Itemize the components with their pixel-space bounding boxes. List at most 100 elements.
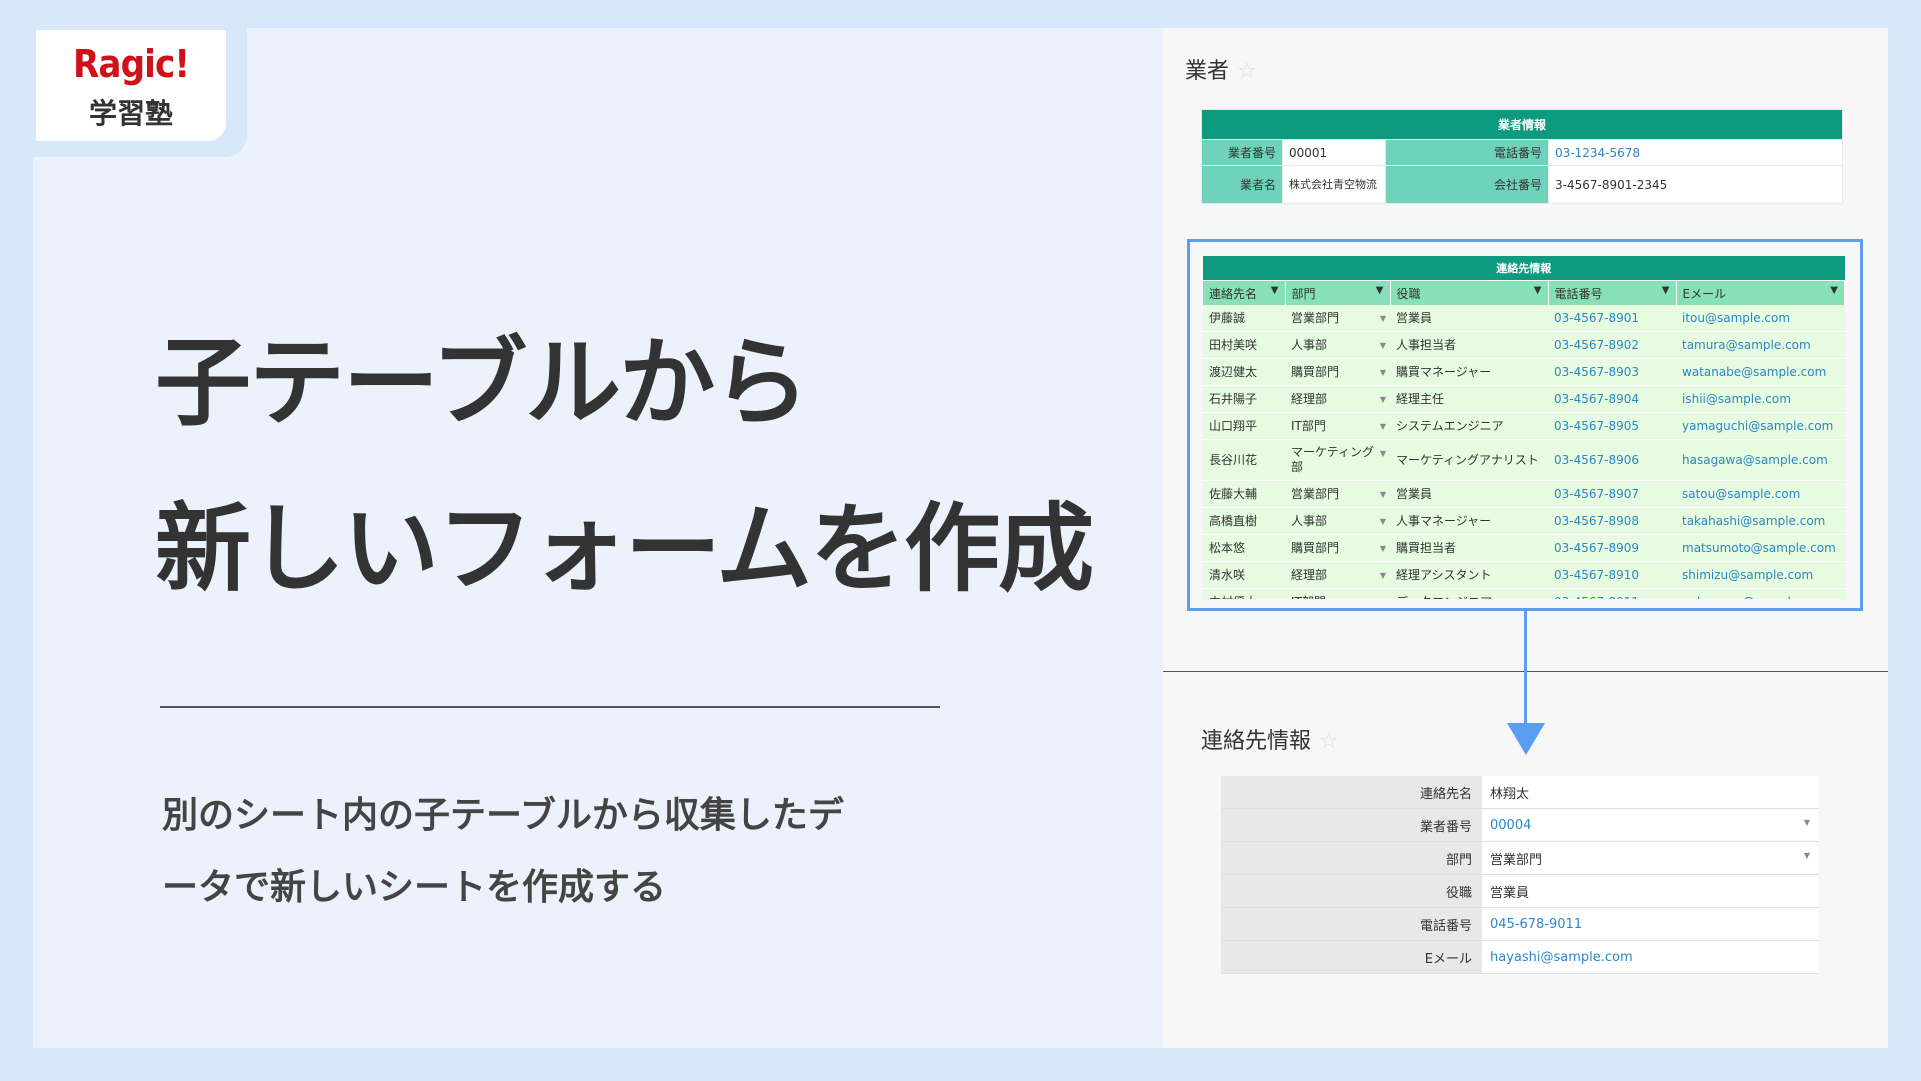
dropdown-icon[interactable]: ▼: [1380, 568, 1386, 583]
cell-name[interactable]: 山口翔平: [1203, 412, 1285, 440]
cell-department[interactable]: IT部門 ▼: [1285, 412, 1390, 440]
dropdown-icon[interactable]: ▼: [1380, 514, 1386, 529]
cell-department[interactable]: 人事部 ▼: [1285, 331, 1390, 359]
column-header[interactable]: Eメール ▼: [1676, 280, 1845, 305]
cell-phone[interactable]: 03-4567-8908: [1548, 507, 1676, 535]
cell-name[interactable]: 長谷川花: [1203, 439, 1285, 481]
cell-email[interactable]: satou@sample.com: [1676, 480, 1845, 508]
cell-name[interactable]: 石井陽子: [1203, 385, 1285, 413]
cell-name[interactable]: 中村優太: [1203, 588, 1285, 599]
column-header[interactable]: 役職 ▼: [1390, 280, 1549, 305]
field-value[interactable]: 林翔太: [1482, 776, 1818, 809]
cell-title[interactable]: 営業員: [1390, 305, 1548, 332]
cell-email[interactable]: yamaguchi@sample.com: [1676, 412, 1845, 440]
cell-name[interactable]: 田村美咲: [1203, 331, 1285, 359]
cell-department[interactable]: 購買部門 ▼: [1285, 358, 1390, 386]
cell-phone[interactable]: 03-4567-8910: [1548, 561, 1676, 589]
cell-name[interactable]: 佐藤大輔: [1203, 480, 1285, 508]
cell-department[interactable]: 購買部門 ▼: [1285, 534, 1390, 562]
cell-title[interactable]: 経理アシスタント: [1390, 561, 1548, 589]
cell-phone[interactable]: 03-4567-8907: [1548, 480, 1676, 508]
dropdown-icon[interactable]: ▼: [1804, 818, 1810, 827]
cell-department[interactable]: マーケティング部 ▼: [1285, 439, 1390, 481]
cell-title[interactable]: 購買担当者: [1390, 534, 1548, 562]
dropdown-icon[interactable]: ▼: [1380, 392, 1386, 407]
cell-title[interactable]: データエンジニア: [1390, 588, 1548, 599]
table-row[interactable]: 中村優太 IT部門 ▼ データエンジニア 03-4567-8911 nakamura@sa…: [1203, 588, 1845, 599]
cell-department[interactable]: IT部門 ▼: [1285, 588, 1390, 599]
vendor-name-value[interactable]: 株式会社青空物流: [1282, 165, 1386, 204]
cell-title[interactable]: システムエンジニア: [1390, 412, 1548, 440]
cell-email[interactable]: ishii@sample.com: [1676, 385, 1845, 413]
column-header[interactable]: 連絡先名 ▼: [1203, 280, 1286, 305]
vendor-number-value[interactable]: 00001: [1282, 139, 1386, 166]
cell-name[interactable]: 松本悠: [1203, 534, 1285, 562]
cell-email[interactable]: matsumoto@sample.com: [1676, 534, 1845, 562]
cell-department[interactable]: 営業部門 ▼: [1285, 480, 1390, 508]
dropdown-icon[interactable]: ▼: [1380, 487, 1386, 502]
star-icon[interactable]: ☆: [1319, 729, 1339, 754]
table-row[interactable]: 伊藤誠 営業部門 ▼ 営業員 03-4567-8901 itou@sample.com: [1203, 305, 1845, 332]
cell-phone[interactable]: 03-4567-8911: [1548, 588, 1676, 599]
cell-department[interactable]: 営業部門 ▼: [1285, 305, 1390, 332]
dropdown-icon[interactable]: ▼: [1380, 338, 1386, 353]
sort-down-icon[interactable]: ▼: [1662, 285, 1670, 296]
dropdown-icon[interactable]: ▼: [1380, 446, 1386, 461]
cell-phone[interactable]: 03-4567-8905: [1548, 412, 1676, 440]
sort-down-icon[interactable]: ▼: [1830, 285, 1838, 296]
cell-title[interactable]: 購買マネージャー: [1390, 358, 1548, 386]
dropdown-icon[interactable]: ▼: [1380, 541, 1386, 556]
cell-phone[interactable]: 03-4567-8904: [1548, 385, 1676, 413]
cell-department[interactable]: 経理部 ▼: [1285, 385, 1390, 413]
cell-name[interactable]: 高橋直樹: [1203, 507, 1285, 535]
table-row[interactable]: 渡辺健太 購買部門 ▼ 購買マネージャー 03-4567-8903 watanabe@sa…: [1203, 358, 1845, 386]
cell-title[interactable]: マーケティングアナリスト: [1390, 439, 1548, 481]
table-row[interactable]: 長谷川花 マーケティング部 ▼ マーケティングアナリスト 03-4567-8906 has…: [1203, 439, 1845, 481]
field-value[interactable]: 営業部門 ▼: [1482, 841, 1818, 875]
dropdown-icon[interactable]: ▼: [1380, 365, 1386, 380]
cell-phone[interactable]: 03-4567-8906: [1548, 439, 1676, 481]
cell-department[interactable]: 人事部 ▼: [1285, 507, 1390, 535]
cell-phone[interactable]: 03-4567-8902: [1548, 331, 1676, 359]
cell-title[interactable]: 人事担当者: [1390, 331, 1548, 359]
table-row[interactable]: 石井陽子 経理部 ▼ 経理主任 03-4567-8904 ishii@sample.com: [1203, 385, 1845, 413]
cell-email[interactable]: hasagawa@sample.com: [1676, 439, 1845, 481]
dropdown-icon[interactable]: ▼: [1380, 419, 1386, 434]
sort-down-icon[interactable]: ▼: [1271, 285, 1279, 296]
cell-title[interactable]: 営業員: [1390, 480, 1548, 508]
cell-phone[interactable]: 03-4567-8903: [1548, 358, 1676, 386]
dropdown-icon[interactable]: ▼: [1804, 851, 1810, 860]
table-row[interactable]: 高橋直樹 人事部 ▼ 人事マネージャー 03-4567-8908 takahashi@sa…: [1203, 507, 1845, 535]
field-value[interactable]: 045-678-9011: [1482, 907, 1818, 941]
star-icon[interactable]: ☆: [1237, 59, 1257, 84]
cell-email[interactable]: itou@sample.com: [1676, 305, 1845, 332]
company-number-value[interactable]: 3-4567-8901-2345: [1548, 165, 1843, 204]
column-header[interactable]: 部門 ▼: [1285, 280, 1391, 305]
cell-phone[interactable]: 03-4567-8909: [1548, 534, 1676, 562]
dropdown-icon[interactable]: ▼: [1380, 595, 1386, 599]
cell-title[interactable]: 人事マネージャー: [1390, 507, 1548, 535]
cell-name[interactable]: 伊藤誠: [1203, 305, 1285, 332]
table-row[interactable]: 清水咲 経理部 ▼ 経理アシスタント 03-4567-8910 shimizu@sampl…: [1203, 561, 1845, 589]
field-value[interactable]: 00004 ▼: [1482, 808, 1818, 842]
sort-down-icon[interactable]: ▼: [1376, 285, 1384, 296]
table-row[interactable]: 田村美咲 人事部 ▼ 人事担当者 03-4567-8902 tamura@sample.c…: [1203, 331, 1845, 359]
cell-name[interactable]: 渡辺健太: [1203, 358, 1285, 386]
cell-email[interactable]: shimizu@sample.com: [1676, 561, 1845, 589]
cell-name[interactable]: 清水咲: [1203, 561, 1285, 589]
table-row[interactable]: 山口翔平 IT部門 ▼ システムエンジニア 03-4567-8905 yamaguchi@…: [1203, 412, 1845, 440]
cell-email[interactable]: tamura@sample.com: [1676, 331, 1845, 359]
cell-title[interactable]: 経理主任: [1390, 385, 1548, 413]
cell-phone[interactable]: 03-4567-8901: [1548, 305, 1676, 332]
field-value[interactable]: 営業員: [1482, 874, 1818, 908]
cell-email[interactable]: nakamura@sample.com: [1676, 588, 1845, 599]
cell-department[interactable]: 経理部 ▼: [1285, 561, 1390, 589]
column-header[interactable]: 電話番号 ▼: [1548, 280, 1677, 305]
dropdown-icon[interactable]: ▼: [1380, 311, 1386, 326]
cell-email[interactable]: watanabe@sample.com: [1676, 358, 1845, 386]
table-row[interactable]: 佐藤大輔 営業部門 ▼ 営業員 03-4567-8907 satou@sample.com: [1203, 480, 1845, 508]
cell-email[interactable]: takahashi@sample.com: [1676, 507, 1845, 535]
field-value[interactable]: hayashi@sample.com: [1482, 940, 1818, 974]
table-row[interactable]: 松本悠 購買部門 ▼ 購買担当者 03-4567-8909 matsumoto@sampl…: [1203, 534, 1845, 562]
sort-down-icon[interactable]: ▼: [1534, 285, 1542, 296]
